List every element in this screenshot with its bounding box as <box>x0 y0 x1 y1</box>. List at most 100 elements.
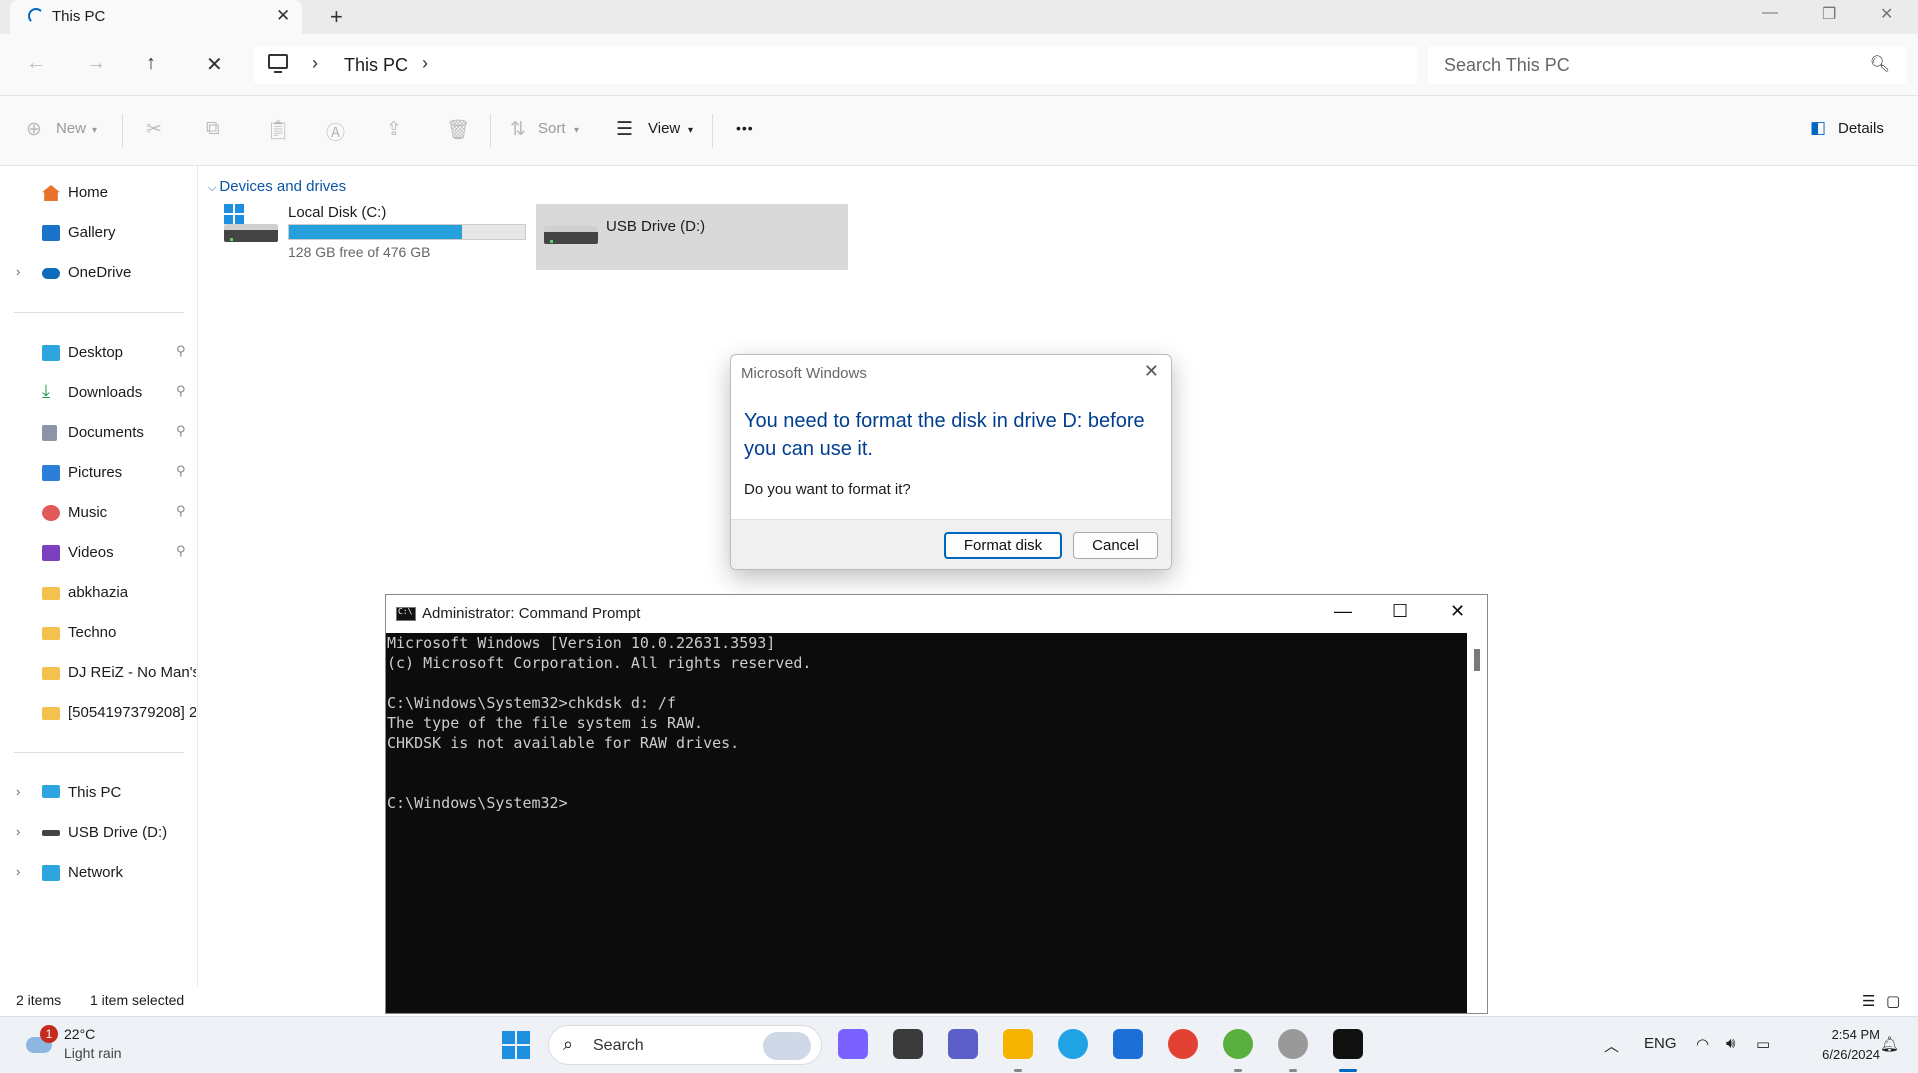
cmd-close-button[interactable]: ✕ <box>1450 601 1465 622</box>
group-header-devices[interactable]: ⌵ Devices and drives <box>208 178 346 195</box>
up-button[interactable]: ↑ <box>146 52 156 75</box>
sidebar-item-downloads[interactable]: ⤓ Downloads ⚲ <box>0 376 198 410</box>
battery-icon[interactable]: ▭ <box>1756 1035 1770 1053</box>
tiles-view-icon[interactable]: ▢ <box>1886 992 1900 1010</box>
paste-icon[interactable]: 📋︎ <box>266 118 290 142</box>
terminal-app-icon[interactable] <box>893 1029 923 1059</box>
cmd-title-bar[interactable]: Administrator: Command Prompt — ☐ ✕ <box>386 595 1487 633</box>
pin-icon[interactable]: ⚲ <box>176 383 186 399</box>
close-window-button[interactable]: ✕ <box>1880 4 1893 24</box>
sidebar-item-music[interactable]: Music ⚲ <box>0 496 198 530</box>
pin-icon[interactable]: ⚲ <box>176 463 186 479</box>
terminal-output[interactable]: Microsoft Windows [Version 10.0.22631.35… <box>386 633 1466 1013</box>
cmd-icon[interactable] <box>1333 1029 1363 1059</box>
new-button[interactable]: New <box>56 120 86 137</box>
utorrent-icon[interactable] <box>1223 1029 1253 1059</box>
clock[interactable]: 2:54 PM 6/26/2024 <box>1790 1025 1880 1065</box>
dialog-footer: Format disk Cancel <box>731 519 1171 569</box>
sidebar-item-dj-reiz[interactable]: DJ REiZ - No Man's <box>0 656 198 690</box>
breadcrumb-chevron-icon[interactable]: › <box>422 53 428 74</box>
expand-chevron-icon[interactable]: › <box>16 264 20 279</box>
title-bar: This PC ✕ + — ❐ ✕ <box>0 0 1918 34</box>
sidebar-item-usb-drive[interactable]: › USB Drive (D:) <box>0 816 198 850</box>
command-bar: ⊕ New ▾ ✂ ⧉ 📋︎ Ⓐ ⇪ 🗑︎ ⇅ Sort ▾ ☰ View ▾ … <box>0 96 1918 166</box>
delete-icon[interactable]: 🗑︎ <box>446 118 470 142</box>
breadcrumb-chevron-icon[interactable]: › <box>312 53 318 74</box>
sidebar-item-5054197379208[interactable]: [5054197379208] 2 <box>0 696 198 730</box>
store-icon[interactable] <box>1113 1029 1143 1059</box>
search-input[interactable]: Search This PC 🔍︎ <box>1428 46 1906 84</box>
sidebar-item-videos[interactable]: Videos ⚲ <box>0 536 198 570</box>
sidebar-item-documents[interactable]: Documents ⚲ <box>0 416 198 450</box>
sidebar-item-techno[interactable]: Techno <box>0 616 198 650</box>
view-button[interactable]: View <box>648 120 680 137</box>
app-ring-icon[interactable] <box>1278 1029 1308 1059</box>
folder-icon <box>42 707 60 720</box>
sidebar-item-abkhazia[interactable]: abkhazia <box>0 576 198 610</box>
drive-free-space: 128 GB free of 476 GB <box>288 244 431 260</box>
format-disk-button[interactable]: Format disk <box>944 532 1062 559</box>
rename-icon[interactable]: Ⓐ <box>326 118 345 145</box>
pin-icon[interactable]: ⚲ <box>176 343 186 359</box>
sidebar-item-onedrive[interactable]: › OneDrive <box>0 256 198 290</box>
copilot-icon[interactable] <box>838 1029 868 1059</box>
drive-led <box>230 238 233 241</box>
sort-button[interactable]: Sort <box>538 120 566 137</box>
more-options-button[interactable]: ••• <box>736 120 754 136</box>
expand-chevron-icon[interactable]: › <box>16 864 20 879</box>
new-tab-button[interactable]: + <box>330 4 343 30</box>
music-folder-icon <box>42 505 60 521</box>
cmd-maximize-button[interactable]: ☐ <box>1392 601 1408 622</box>
taskbar-search[interactable]: ⌕ Search <box>548 1025 822 1065</box>
sidebar-item-desktop[interactable]: Desktop ⚲ <box>0 336 198 370</box>
expand-chevron-icon[interactable]: › <box>16 824 20 839</box>
chrome-icon[interactable] <box>1168 1029 1198 1059</box>
drive-local-disk-c[interactable]: Local Disk (C:) 128 GB free of 476 GB <box>218 200 528 266</box>
pin-icon[interactable]: ⚲ <box>176 423 186 439</box>
dialog-heading: You need to format the disk in drive D: … <box>744 410 1145 460</box>
show-hidden-icons-icon[interactable]: ︿ <box>1604 1035 1619 1056</box>
edge-icon[interactable] <box>1058 1029 1088 1059</box>
drive-usb-drive-d[interactable]: USB Drive (D:) <box>536 204 848 270</box>
start-button[interactable] <box>502 1031 530 1059</box>
cancel-button[interactable]: Cancel <box>1073 532 1158 559</box>
details-button[interactable]: Details <box>1838 120 1884 137</box>
stop-loading-button[interactable]: ✕ <box>206 52 223 77</box>
pin-icon[interactable]: ⚲ <box>176 503 186 519</box>
maximize-button[interactable]: ❐ <box>1822 4 1836 24</box>
details-view-icon[interactable]: ☰ <box>1862 992 1875 1010</box>
sidebar-item-home[interactable]: Home <box>0 176 198 210</box>
notification-badge: 1 <box>40 1025 58 1043</box>
tab-this-pc[interactable]: This PC ✕ <box>10 0 302 34</box>
address-bar[interactable]: › This PC › <box>254 46 1417 84</box>
tab-title: This PC <box>52 8 106 25</box>
language-indicator[interactable]: ENG <box>1644 1035 1677 1052</box>
notifications-bell-icon[interactable]: 🔔︎ <box>1880 1035 1899 1053</box>
close-icon[interactable]: ✕ <box>1144 361 1159 382</box>
sidebar-item-pictures[interactable]: Pictures ⚲ <box>0 456 198 490</box>
back-button[interactable]: ← <box>26 52 46 75</box>
teams-icon[interactable] <box>948 1029 978 1059</box>
wifi-icon[interactable]: ◠ <box>1696 1035 1709 1053</box>
tab-close-icon[interactable]: ✕ <box>276 6 290 26</box>
sidebar-item-network[interactable]: › Network <box>0 856 198 890</box>
pin-icon[interactable]: ⚲ <box>176 543 186 559</box>
share-icon[interactable]: ⇪ <box>386 118 402 141</box>
expand-chevron-icon[interactable]: › <box>16 784 20 799</box>
volume-icon[interactable]: 🔊︎ <box>1726 1035 1735 1052</box>
copy-icon[interactable]: ⧉ <box>206 118 220 140</box>
weather-widget[interactable]: 1 22°C Light rain <box>22 1023 162 1067</box>
breadcrumb-this-pc[interactable]: This PC <box>344 55 408 76</box>
scrollbar[interactable] <box>1467 633 1487 1013</box>
sidebar-item-gallery[interactable]: Gallery <box>0 216 198 250</box>
forward-button[interactable]: → <box>86 52 106 75</box>
cmd-minimize-button[interactable]: — <box>1334 601 1352 622</box>
selection-count: 1 item selected <box>90 992 185 1008</box>
cut-icon[interactable]: ✂ <box>146 118 162 141</box>
minimize-button[interactable]: — <box>1762 4 1778 22</box>
file-explorer-icon[interactable] <box>1003 1029 1033 1059</box>
navigation-pane: Home Gallery › OneDrive Desktop ⚲ ⤓ Down… <box>0 166 198 986</box>
sidebar-item-this-pc[interactable]: › This PC <box>0 776 198 810</box>
collapse-chevron-icon[interactable]: ⌵ <box>208 182 219 194</box>
scrollbar-thumb[interactable] <box>1474 649 1480 671</box>
